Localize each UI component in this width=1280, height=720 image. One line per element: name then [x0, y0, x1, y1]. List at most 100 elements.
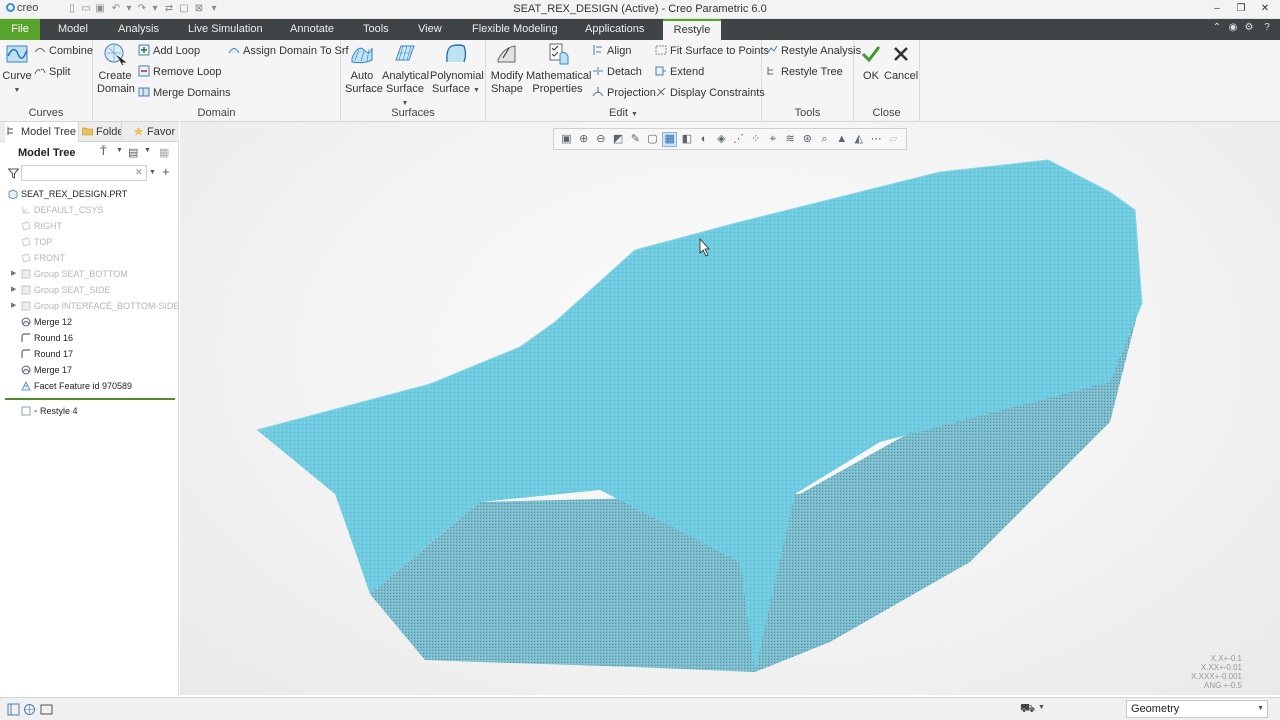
zoom-in-icon[interactable]: ⊕ — [577, 133, 590, 146]
merge-domains-button[interactable]: Merge Domains — [138, 85, 231, 101]
extend-button[interactable]: Extend — [655, 64, 704, 80]
analytical-surface-button[interactable]: Analytical Surface ▼ — [382, 42, 429, 110]
edit-group-dropdown[interactable]: Edit ▼ — [486, 107, 761, 119]
filter-icon[interactable] — [8, 168, 19, 179]
render-icon[interactable]: ◭ — [852, 133, 865, 146]
minimize-icon[interactable]: – — [1208, 1, 1226, 17]
tab-tools[interactable]: Tools — [355, 19, 397, 40]
zoom-out-icon[interactable]: ⊖ — [594, 133, 607, 146]
tree-search-input[interactable] — [21, 165, 147, 181]
tree-item-round-17[interactable]: Round 17 — [0, 346, 179, 362]
tree-item-default-csys[interactable]: DEFAULT_CSYS — [0, 202, 179, 218]
tree-item-group-seat-bottom[interactable]: ▶ Group SEAT_BOTTOM — [0, 266, 179, 282]
restyle-analysis-button[interactable]: Restyle Analysis — [766, 43, 861, 59]
fit-surface-button[interactable]: Fit Surface to Points — [655, 43, 769, 59]
modify-shape-button[interactable]: Modify Shape — [489, 42, 525, 96]
remove-loop-button[interactable]: Remove Loop — [138, 64, 222, 80]
graphics-window[interactable]: ▣ ⊕ ⊖ ◩ ✎ ▢ ▦ ◧ ◐ ◈ ⋰ ⁘ ⌖ ≋ ⊛ ⌕ ▲ ◭ ⋯ ▱ X.X+-0.1 X.XX+-0.01… — [180, 122, 1280, 695]
section-icon[interactable]: ⌕ — [818, 133, 831, 146]
annotation-display-icon[interactable]: ≋ — [784, 133, 797, 146]
tab-applications[interactable]: Applications — [577, 19, 652, 40]
browser-toggle-icon[interactable] — [23, 703, 36, 716]
analytical-surface-dropdown-icon[interactable]: ▼ — [402, 100, 409, 107]
point-display-icon[interactable]: ⁘ — [749, 133, 762, 146]
close-icon[interactable]: ✕ — [1256, 1, 1274, 17]
tree-item-group-seat-side[interactable]: ▶ Group SEAT_SIDE — [0, 282, 179, 298]
show-dropdown-icon[interactable]: ▼ — [144, 147, 151, 154]
refit-icon[interactable]: ▣ — [560, 133, 573, 146]
tab-model[interactable]: Model — [50, 19, 96, 40]
split-button[interactable]: Split — [34, 64, 70, 80]
tree-item-part[interactable]: SEAT_REX_DESIGN.PRT — [0, 186, 179, 202]
display-constraints-button[interactable]: Display Constraints — [655, 85, 765, 101]
tree-filter-icon[interactable]: ▦ — [159, 146, 169, 159]
expand-icon[interactable]: ▶ — [11, 298, 16, 314]
align-button[interactable]: Align — [592, 43, 631, 59]
more-icon[interactable]: ⋯ — [870, 133, 883, 146]
tree-item-group-interface[interactable]: ▶ Group INTERFACE_BOTTOM-SIDE — [0, 298, 179, 314]
smart-selection-icon[interactable]: ⛟ — [1020, 701, 1035, 717]
appearance-icon[interactable]: ▲ — [835, 133, 848, 146]
assign-domain-button[interactable]: Assign Domain To Srf — [228, 43, 349, 59]
detach-button[interactable]: Detach — [592, 64, 642, 80]
cancel-button[interactable]: Cancel — [884, 42, 918, 83]
navigator-toggle-icon[interactable] — [7, 703, 20, 716]
collapse-ribbon-icon[interactable]: ⌃ — [1210, 22, 1224, 33]
spin-center-icon[interactable]: ⊛ — [801, 133, 814, 146]
create-domain-button[interactable]: Create Domain — [97, 42, 135, 96]
tree-item-right[interactable]: RIGHT — [0, 218, 179, 234]
saved-orientations-icon[interactable]: ▢ — [646, 133, 659, 146]
polynomial-surface-button[interactable]: Polynomial Surface ▼ — [430, 42, 484, 97]
ok-button[interactable]: OK — [858, 42, 884, 83]
tab-view[interactable]: View — [410, 19, 450, 40]
search-options-icon[interactable]: ▼ — [149, 169, 156, 176]
add-loop-button[interactable]: Add Loop — [138, 43, 200, 59]
csys-display-icon[interactable]: ⌖ — [766, 133, 779, 146]
tab-file[interactable]: File — [0, 19, 40, 40]
help-search-icon[interactable]: ◉ — [1226, 22, 1240, 33]
tab-live-simulation[interactable]: Live Simulation — [180, 19, 271, 40]
tree-settings-dropdown-icon[interactable]: ▼ — [116, 147, 123, 154]
repaint-icon[interactable]: ◩ — [612, 133, 625, 146]
tree-item-merge-12[interactable]: Merge 12 — [0, 314, 179, 330]
full-screen-icon[interactable] — [40, 703, 53, 716]
smart-selection-dropdown-icon[interactable]: ▼ — [1038, 704, 1045, 711]
curve-button[interactable]: Curve ▼ — [2, 42, 32, 97]
plane-display-icon[interactable]: ◈ — [715, 133, 728, 146]
projection-button[interactable]: Projection — [592, 85, 656, 101]
tab-annotate[interactable]: Annotate — [282, 19, 342, 40]
tab-model-tree[interactable]: Model Tree — [5, 122, 79, 142]
restore-icon[interactable]: ❐ — [1232, 1, 1250, 17]
tree-settings-icon[interactable]: Ť — [100, 146, 107, 158]
tab-flexible-modeling[interactable]: Flexible Modeling — [464, 19, 566, 40]
tree-item-facet-feature[interactable]: Facet Feature id 970589 — [0, 378, 179, 394]
help-icon[interactable]: ? — [1260, 22, 1274, 33]
insert-indicator[interactable] — [5, 398, 175, 400]
tree-item-merge-17[interactable]: Merge 17 — [0, 362, 179, 378]
clear-search-icon[interactable]: ✕ — [135, 167, 143, 178]
add-filter-icon[interactable]: + — [162, 164, 170, 179]
tree-item-round-16[interactable]: Round 16 — [0, 330, 179, 346]
settings-icon[interactable]: ⚙ — [1242, 22, 1256, 33]
tab-folder-browser[interactable]: Folde — [82, 122, 122, 142]
restyle-tree-button[interactable]: Restyle Tree — [766, 64, 843, 80]
pan-icon[interactable]: ✎ — [629, 133, 642, 146]
axis-display-icon[interactable]: ⋰ — [732, 133, 745, 146]
seat-model[interactable] — [180, 122, 1280, 695]
display-style-icon[interactable]: ◧ — [680, 133, 693, 146]
perspective-icon[interactable]: ◐ — [698, 133, 711, 146]
expand-icon[interactable]: ▶ — [11, 266, 16, 282]
polynomial-surface-dropdown-icon[interactable]: ▼ — [473, 87, 480, 94]
tab-restyle[interactable]: Restyle — [663, 19, 721, 40]
tab-favorites[interactable]: Favor — [133, 122, 177, 142]
tab-analysis[interactable]: Analysis — [110, 19, 167, 40]
combine-button[interactable]: Combine — [34, 43, 93, 59]
auto-surface-button[interactable]: Auto Surface — [345, 42, 383, 96]
expand-icon[interactable]: ▶ — [11, 282, 16, 298]
show-icon[interactable]: ▤ — [128, 146, 138, 159]
curve-dropdown-icon[interactable]: ▼ — [14, 87, 21, 94]
view-manager-icon[interactable]: ▦ — [662, 132, 678, 147]
tree-item-front[interactable]: FRONT — [0, 250, 179, 266]
mathematical-properties-button[interactable]: Mathematical Properties — [526, 42, 591, 96]
tree-item-restyle[interactable]: ▪ Restyle 4 — [0, 403, 179, 419]
